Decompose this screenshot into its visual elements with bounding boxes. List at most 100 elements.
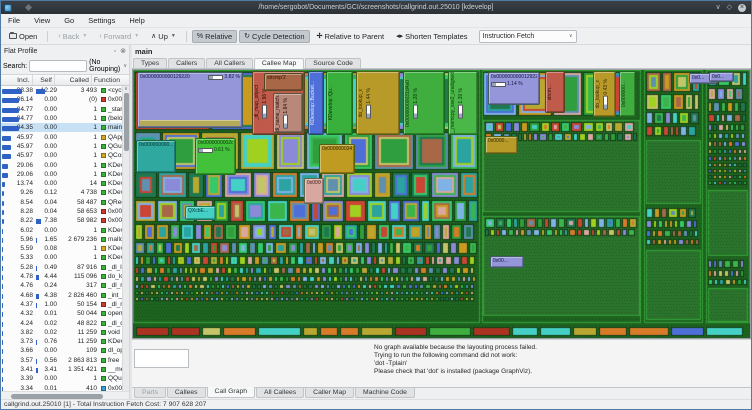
treemap-block[interactable]: 0x000000... — [619, 71, 636, 117]
table-row[interactable]: 98.3812.293 493<cycle 42> — [1, 86, 122, 95]
treemap-block[interactable]: 0x000000034034be8 — [319, 144, 355, 174]
table-row[interactable]: 8.227.3858 9820x0000000... — [1, 216, 122, 225]
table-row[interactable]: 4.784.44115 096do_lookup... — [1, 272, 122, 281]
treemap-block[interactable]: KDevelop::Bucket... — [308, 71, 324, 135]
treemap-block[interactable]: 0x0... — [709, 72, 734, 82]
open-button[interactable]: Open — [4, 30, 42, 43]
maximize-icon[interactable]: ◇ — [727, 4, 732, 11]
back-button[interactable]: ‹ Back▼ — [53, 30, 92, 43]
close-dock-icon[interactable]: ⊗ — [120, 48, 126, 55]
table-row[interactable]: 13.740.0014KDevelop::... — [1, 179, 122, 188]
table-row[interactable]: 84.350.001main — [1, 123, 122, 132]
table-row[interactable]: 5.961.652 679 236malloc — [1, 235, 122, 244]
table-row[interactable]: 5.330.001KDevSplash... — [1, 253, 122, 262]
table-row[interactable]: 5.590.081KDevelop::... — [1, 244, 122, 253]
search-input[interactable] — [29, 60, 87, 72]
bottom-tab-all-callees[interactable]: All Callees — [256, 388, 304, 398]
function-type-icon — [101, 135, 106, 140]
bottom-tab-machine-code[interactable]: Machine Code — [355, 388, 415, 398]
treemap-block[interactable]: 0x00... — [490, 256, 524, 268]
bottom-tab-callees[interactable]: Callees — [167, 388, 206, 398]
grouping-combobox[interactable]: (No Grouping) ∨ — [89, 59, 127, 73]
status-text: callgrind.out.25010 [1] - Total Instruct… — [4, 401, 206, 408]
cycle-detection-toggle[interactable]: ↻ Cycle Detection — [239, 30, 309, 43]
treemap-block[interactable]: do_lookup_x0.43 % — [593, 71, 616, 117]
up-button[interactable]: ∧ Up▼ — [146, 30, 181, 43]
table-row[interactable]: 4.240.0248 822_dl_catch_... — [1, 318, 122, 327]
tab-callee-map[interactable]: Callee Map — [254, 58, 304, 69]
table-row[interactable]: 45.970.001QGuiApplic... — [1, 142, 122, 151]
column-header-function[interactable]: Function — [92, 75, 122, 85]
table-row[interactable]: 3.390.001QQuickVie... — [1, 374, 122, 383]
treemap-block[interactable]: __memcpy_sse2_unaligned1.39 % — [448, 71, 478, 135]
table-row[interactable]: 3.730.7611 259KDevelop::... — [1, 337, 122, 346]
tab-source-code[interactable]: Source Code — [305, 58, 361, 68]
treemap-block[interactable]: 0x00000000001292201.14 % — [488, 72, 540, 105]
event-type-combobox[interactable]: Instruction Fetch ∨ — [479, 30, 577, 43]
table-row[interactable]: 84.770.001_start — [1, 105, 122, 114]
table-row[interactable]: 9.260.124 738KDevelop::... — [1, 188, 122, 197]
scrollbar-thumb[interactable] — [11, 394, 103, 399]
tab-all-callers[interactable]: All Callers — [206, 58, 253, 68]
treemap-block[interactable]: 0x000000000... — [136, 140, 176, 173]
table-row[interactable]: 4.760.24317_dl_relocat... — [1, 281, 122, 290]
treemap-block[interactable]: QXcbE... — [185, 206, 216, 220]
table-row[interactable]: 3.570.562 863 813free — [1, 356, 122, 365]
title-bar[interactable]: /home/sergobot/Documents/GCI/screenshots… — [1, 1, 751, 14]
menu-file[interactable]: File — [1, 14, 27, 27]
table-row[interactable]: 45.970.001QApplicati... — [1, 132, 122, 141]
tab-types[interactable]: Types — [133, 58, 167, 68]
bottom-tab-caller-map[interactable]: Caller Map — [305, 388, 354, 398]
table-row[interactable]: 3.660.00109dl_open_w... — [1, 346, 122, 355]
treemap-block[interactable]: 0x0000000002d1b400.61 % — [195, 138, 236, 175]
table-row[interactable]: 5.280.4987 916_dl_lookup... — [1, 263, 122, 272]
treemap-block[interactable]: KDevelop::Qu... — [326, 71, 353, 135]
callee-map[interactable]: 0x00000000001292203.82 %_dl_map_object1.… — [132, 69, 751, 339]
table-row[interactable]: 29.060.001KDevelop::... — [1, 170, 122, 179]
shorten-templates-toggle[interactable]: ◂▸ Shorten Templates — [391, 30, 472, 43]
menu-view[interactable]: View — [27, 14, 57, 27]
column-header-incl[interactable]: Incl. — [1, 75, 33, 85]
table-row[interactable]: 45.970.001QCoreAppl... — [1, 151, 122, 160]
treemap-block[interactable]: strcmp'2 — [264, 73, 303, 91]
column-header-self[interactable]: Self — [33, 75, 55, 85]
menu-settings[interactable]: Settings — [81, 14, 122, 27]
treemap-block[interactable]: 0x00000000001292203.82 % — [137, 72, 243, 128]
function-type-icon — [101, 190, 106, 195]
table-row[interactable]: 8.540.0458 487QRegExp::... — [1, 198, 122, 207]
table-row[interactable]: 8.280.0458 6530x0000000... — [1, 207, 122, 216]
vertical-scrollbar[interactable]: ∧ — [122, 86, 129, 391]
treemap-block[interactable]: 0x0000... — [485, 136, 518, 154]
table-header[interactable]: Incl.SelfCalledFunction — [1, 74, 129, 86]
toolbar-separator — [186, 31, 187, 42]
treemap-block[interactable]: _dl_name_match...1.84 % — [273, 93, 303, 133]
table-row[interactable]: 84.770.001(below mai... — [1, 114, 122, 123]
table-row[interactable]: 86.140.00(0)0x0000000... — [1, 95, 122, 104]
treemap-block[interactable]: do_lookup_x1.44 % — [356, 71, 400, 135]
table-row[interactable]: 4.320.0150 044openaux — [1, 309, 122, 318]
relative-to-parent-toggle[interactable]: ✢ Relative to Parent — [312, 30, 390, 43]
table-row[interactable]: 29.060.001KDevelop::... — [1, 160, 122, 169]
table-row[interactable]: 4.371.0050 154_dl_map_o... — [1, 300, 122, 309]
horizontal-scrollbar[interactable] — [1, 391, 129, 399]
tab-callers[interactable]: Callers — [168, 58, 205, 68]
minimize-icon[interactable]: ∨ — [715, 4, 720, 11]
table-row[interactable]: 3.820.0211 259void KDeve... — [1, 328, 122, 337]
scrollbar-thumb[interactable] — [124, 93, 129, 151]
bottom-tab-call-graph[interactable]: Call Graph — [207, 387, 256, 398]
table-row[interactable]: 4.684.382 826 460_int_mallo... — [1, 291, 122, 300]
treemap-block[interactable]: 0x00000000031d4a01.28 % — [403, 71, 445, 135]
menu-help[interactable]: Help — [122, 14, 151, 27]
treemap-block[interactable]: 0x00000... — [304, 178, 324, 204]
relative-toggle[interactable]: % Relative — [192, 30, 237, 43]
treemap-block[interactable]: strcm... — [545, 71, 565, 113]
forward-button[interactable]: › Forward▼ — [94, 30, 144, 43]
table-row[interactable]: 3.413.411 351 421__memcpy... — [1, 365, 122, 374]
float-dock-icon[interactable]: ◦ — [114, 48, 116, 55]
table-row[interactable]: 6.020.001KDevelop::... — [1, 225, 122, 234]
close-icon[interactable]: × — [738, 4, 746, 12]
table-row[interactable]: 3.340.014100x0000000... — [1, 384, 122, 392]
scroll-up-icon[interactable]: ∧ — [124, 86, 128, 92]
column-header-called[interactable]: Called — [55, 75, 92, 85]
menu-go[interactable]: Go — [57, 14, 81, 27]
